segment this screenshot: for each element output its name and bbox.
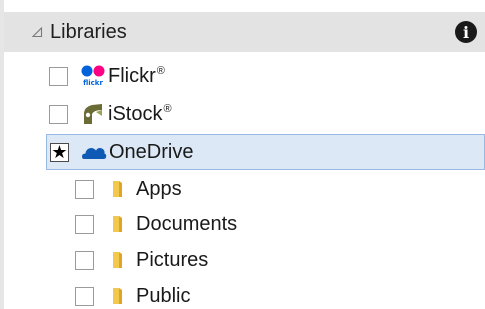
flickr-label-text: Flickr [108, 64, 156, 87]
folder-item-documents[interactable]: Documents [75, 206, 237, 242]
folder-label: Apps [136, 177, 182, 200]
folder-icon [110, 212, 124, 236]
istock-trademark: ® [163, 102, 172, 115]
flickr-trademark: ® [156, 64, 165, 77]
folder-icon [110, 284, 124, 308]
folder-label: Public [136, 284, 191, 307]
folder-item-apps[interactable]: Apps [75, 171, 182, 207]
apps-checkbox[interactable] [75, 179, 94, 199]
folder-item-public[interactable]: Public [75, 278, 190, 309]
folder-icon [110, 248, 124, 272]
svg-text:flickr: flickr [83, 79, 103, 87]
flickr-label: Flickr® [108, 65, 165, 88]
libraries-title: Libraries [50, 20, 127, 43]
istock-label: iStock® [108, 103, 172, 126]
folder-label: Pictures [136, 248, 209, 271]
libraries-header[interactable]: Libraries i [4, 12, 485, 52]
istock-checkbox[interactable] [49, 104, 68, 124]
onedrive-label: OneDrive [109, 140, 194, 163]
folder-icon [110, 177, 124, 201]
info-icon[interactable]: i [455, 21, 477, 43]
pictures-checkbox[interactable] [75, 250, 94, 270]
libraries-panel: Libraries i flickr Flickr® iStock® ★ One… [0, 0, 485, 309]
public-checkbox[interactable] [75, 286, 94, 306]
collapse-triangle-icon[interactable] [29, 24, 45, 40]
flickr-checkbox[interactable] [49, 66, 68, 86]
onedrive-checkbox[interactable]: ★ [50, 142, 69, 162]
folder-label: Documents [136, 212, 238, 235]
documents-checkbox[interactable] [75, 214, 94, 234]
folder-item-pictures[interactable]: Pictures [75, 242, 208, 278]
flickr-icon: flickr [80, 64, 106, 88]
library-item-istock[interactable]: iStock® [49, 96, 172, 132]
library-item-onedrive[interactable]: ★ OneDrive [46, 134, 485, 170]
istock-label-text: iStock [108, 102, 163, 125]
library-item-flickr[interactable]: flickr Flickr® [49, 58, 165, 94]
onedrive-icon [81, 140, 107, 164]
istock-icon [80, 102, 106, 126]
